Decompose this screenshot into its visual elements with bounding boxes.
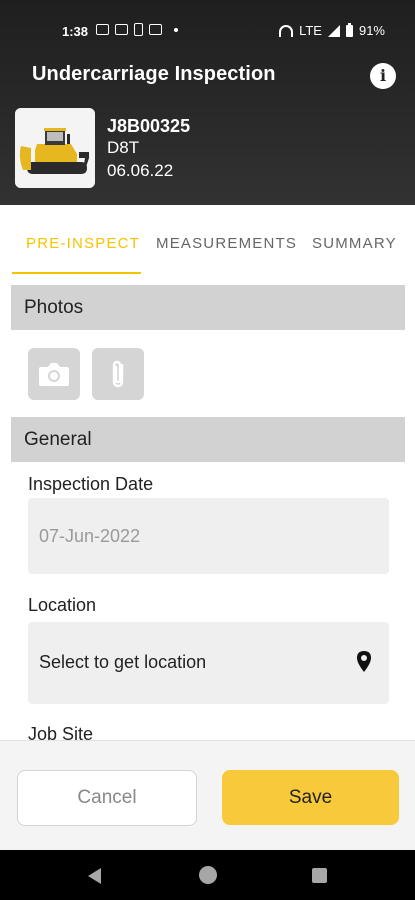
notification-icon bbox=[115, 24, 128, 35]
notification-icon bbox=[96, 24, 109, 35]
page-title: Undercarriage Inspection bbox=[32, 63, 276, 85]
camera-button[interactable] bbox=[28, 348, 80, 400]
bulldozer-image bbox=[15, 108, 95, 188]
tab-summary[interactable]: SUMMARY bbox=[312, 235, 397, 252]
machine-info: J8B00325 D8T 06.06.22 bbox=[107, 115, 190, 182]
inspection-date-field[interactable]: 07-Jun-2022 bbox=[28, 498, 389, 574]
active-tab-indicator bbox=[12, 272, 141, 274]
paperclip-icon bbox=[112, 360, 124, 388]
app-header: 1:38 LTE 91% Undercarriage Inspection i bbox=[0, 0, 415, 205]
status-notification-icons bbox=[96, 23, 178, 36]
tab-measurements[interactable]: MEASUREMENTS bbox=[156, 235, 297, 252]
attach-file-button[interactable] bbox=[92, 348, 144, 400]
cancel-button[interactable]: Cancel bbox=[17, 770, 197, 826]
status-system-icons: LTE 91% bbox=[279, 22, 385, 38]
info-icon[interactable]: i bbox=[370, 63, 396, 89]
tab-bar: PRE-INSPECT MEASUREMENTS SUMMARY bbox=[0, 205, 415, 277]
home-icon[interactable] bbox=[199, 866, 217, 884]
status-time: 1:38 bbox=[62, 24, 89, 39]
save-button[interactable]: Save bbox=[222, 770, 399, 825]
dot-icon bbox=[174, 27, 178, 32]
location-pin-icon bbox=[357, 651, 371, 672]
calendar-icon bbox=[149, 24, 162, 35]
general-section-header: General bbox=[11, 417, 405, 462]
battery-icon bbox=[345, 22, 353, 37]
machine-model: D8T bbox=[107, 138, 140, 157]
recent-apps-icon[interactable] bbox=[312, 868, 327, 883]
signal-icon bbox=[327, 24, 340, 37]
status-bar: 1:38 LTE 91% bbox=[0, 0, 415, 60]
machine-date: 06.06.22 bbox=[107, 161, 174, 180]
inspection-date-label: Inspection Date bbox=[28, 474, 154, 494]
phone-icon bbox=[134, 23, 143, 36]
back-icon[interactable] bbox=[88, 868, 101, 884]
location-label: Location bbox=[28, 595, 97, 615]
machine-serial: J8B00325 bbox=[107, 116, 191, 136]
network-type: LTE bbox=[299, 23, 322, 38]
location-field-text: Select to get location bbox=[39, 652, 207, 672]
photos-section-header: Photos bbox=[11, 285, 405, 330]
hotspot-icon bbox=[279, 24, 294, 37]
battery-level: 91% bbox=[358, 23, 385, 38]
system-nav-bar bbox=[0, 850, 415, 900]
camera-icon bbox=[39, 363, 69, 386]
tab-pre-inspect[interactable]: PRE-INSPECT bbox=[26, 235, 140, 252]
action-bar: Cancel Save bbox=[0, 740, 415, 850]
location-field[interactable]: Select to get location bbox=[28, 622, 389, 704]
